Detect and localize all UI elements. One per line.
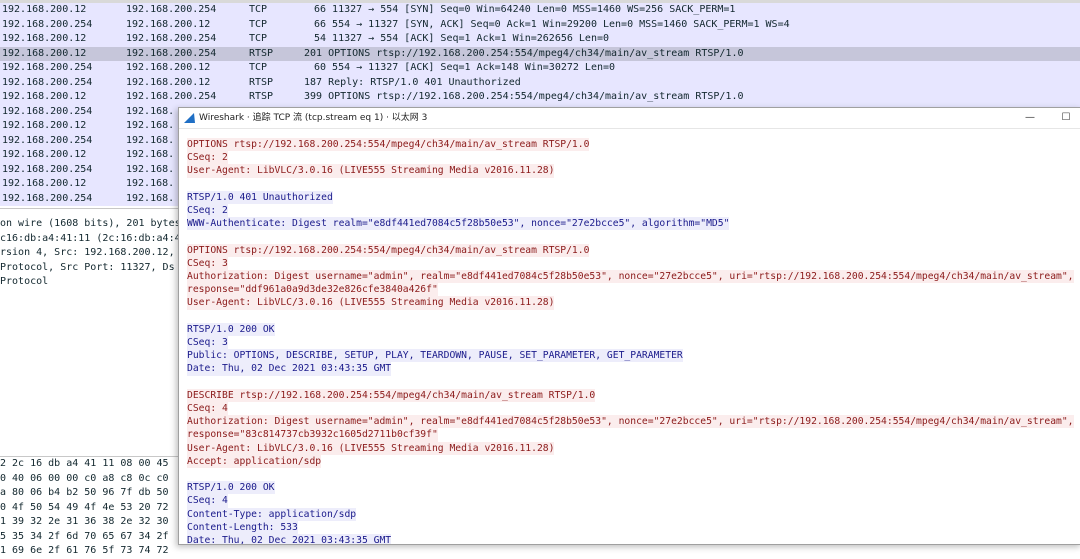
packet-info: 66 11327 → 554 [SYN] Seq=0 Win=64240 Len… (314, 4, 736, 15)
client-stream-line: CSeq: 4 (187, 402, 228, 416)
packet-source: 192.168.200.254 (2, 105, 93, 117)
packet-info: 66 554 → 11327 [SYN, ACK] Seq=0 Ack=1 Wi… (314, 18, 790, 30)
packet-destination: 192.168. (126, 120, 175, 131)
client-stream-line: DESCRIBE rtsp://192.168.200.254:554/mpeg… (187, 388, 596, 402)
client-stream-line: OPTIONS rtsp://192.168.200.254:554/mpeg4… (187, 243, 590, 257)
packet-source: 192.168.200.12 (2, 4, 87, 15)
packet-protocol: TCP (249, 18, 268, 30)
packet-row[interactable]: 192.168.200.12 192.168.200.254 RTSP 399 OPT… (0, 90, 1080, 105)
packet-source: 192.168.200.12 (2, 33, 87, 44)
packet-details-pane[interactable]: on wire (1608 bits), 201 bytes c16:db:a4:… (0, 208, 181, 457)
packet-source: 192.168.200.12 (2, 47, 87, 59)
packet-destination: 192.168. (126, 178, 175, 189)
packet-source: 192.168.200.12 (2, 91, 87, 102)
packet-destination: 192.168. (126, 105, 175, 117)
packet-source: 192.168.200.12 (2, 149, 87, 160)
detail-line[interactable]: Protocol (0, 275, 48, 290)
minimize-button[interactable]: — (1015, 108, 1045, 128)
wireshark-fin-icon (184, 113, 195, 123)
packet-protocol: TCP (249, 33, 268, 44)
packet-row[interactable]: 192.168.200.254 192.168.200.12 RTSP 187 Rep… (0, 75, 1080, 90)
packet-source: 192.168.200.254 (2, 163, 93, 175)
client-stream-line: OPTIONS rtsp://192.168.200.254:554/mpeg4… (187, 138, 590, 152)
packet-row[interactable]: 192.168.200.12 192.168.200.254 TCP 54 11327… (0, 32, 1080, 47)
server-stream-line: RTSP/1.0 200 OK (187, 481, 275, 495)
packet-protocol: TCP (249, 4, 268, 15)
packet-destination: 192.168.200.254 (126, 47, 217, 59)
detail-line[interactable]: rsion 4, Src: 192.168.200.12, (0, 246, 175, 261)
client-stream-line: User-Agent: LibVLC/3.0.16 (LIVE555 Strea… (187, 441, 555, 455)
hex-line: 5 35 34 2f 6d 70 65 67 34 2f (0, 530, 169, 542)
server-stream-line: RTSP/1.0 401 Unauthorized (187, 190, 333, 204)
hex-line: 2 2c 16 db a4 41 11 08 00 45 (0, 458, 169, 469)
packet-protocol: RTSP (249, 47, 274, 59)
packet-destination: 192.168. (126, 192, 175, 204)
client-stream-line: User-Agent: LibVLC/3.0.16 (LIVE555 Strea… (187, 164, 555, 178)
packet-destination: 192.168.200.12 (126, 18, 211, 30)
packet-info: 187 Reply: RTSP/1.0 401 Unauthorized (304, 76, 521, 88)
packet-bytes-pane[interactable]: 2 2c 16 db a4 41 11 08 00 45 0 40 06 00 0… (0, 456, 180, 556)
server-stream-line: Date: Thu, 02 Dec 2021 03:43:35 GMT (187, 362, 392, 376)
client-stream-line: Authorization: Digest username="admin", … (187, 415, 1074, 429)
packet-destination: 192.168. (126, 134, 175, 146)
detail-line[interactable]: c16:db:a4:41:11 (2c:16:db:a4:4 (0, 232, 181, 247)
client-stream-line: User-Agent: LibVLC/3.0.16 (LIVE555 Strea… (187, 296, 555, 310)
packet-info: 201 OPTIONS rtsp://192.168.200.254:554/m… (304, 47, 744, 59)
server-stream-line: Public: OPTIONS, DESCRIBE, SETUP, PLAY, … (187, 349, 683, 363)
packet-source: 192.168.200.254 (2, 62, 93, 73)
detail-line[interactable]: on wire (1608 bits), 201 bytes (0, 217, 181, 232)
client-stream-line: CSeq: 2 (187, 151, 228, 165)
server-stream-line: CSeq: 4 (187, 494, 228, 508)
packet-info: 60 554 → 11327 [ACK] Seq=1 Ack=148 Win=3… (314, 62, 616, 73)
packet-source: 192.168.200.254 (2, 192, 93, 204)
packet-source: 192.168.200.254 (2, 76, 93, 88)
packet-protocol: RTSP (249, 91, 274, 102)
client-stream-line: Authorization: Digest username="admin", … (187, 270, 1074, 284)
packet-row[interactable]: 192.168.200.254 192.168.200.12 TCP 66 554 →… (0, 17, 1080, 32)
packet-row[interactable]: 192.168.200.12 192.168.200.254 TCP 66 11327… (0, 3, 1080, 18)
stream-content[interactable]: OPTIONS rtsp://192.168.200.254:554/mpeg4… (187, 138, 1077, 544)
packet-row[interactable]: 192.168.200.254 192.168.200.12 TCP 60 554 →… (0, 61, 1080, 76)
server-stream-line: Content-Type: application/sdp (187, 507, 357, 521)
packet-destination: 192.168.200.12 (126, 76, 211, 88)
client-stream-line: Accept: application/sdp (187, 454, 322, 468)
packet-source: 192.168.200.12 (2, 120, 87, 131)
packet-info: 399 OPTIONS rtsp://192.168.200.254:554/m… (304, 91, 744, 102)
packet-destination: 192.168.200.254 (126, 4, 217, 15)
hex-line: a 80 06 b4 b2 50 96 7f db 50 (0, 487, 169, 498)
packet-destination: 192.168. (126, 163, 175, 175)
client-stream-line: response="83c814737cb3932c1605d2711b0cf3… (187, 428, 438, 442)
server-stream-line: CSeq: 3 (187, 336, 228, 350)
packet-source: 192.168.200.254 (2, 134, 93, 146)
client-stream-line: CSeq: 3 (187, 256, 228, 270)
server-stream-line: WWW-Authenticate: Digest realm="e8df441e… (187, 217, 730, 231)
packet-protocol: RTSP (249, 76, 274, 88)
hex-line: 0 4f 50 54 49 4f 4e 53 20 72 (0, 501, 169, 513)
follow-tcp-stream-dialog: Wireshark · 追踪 TCP 流 (tcp.stream eq 1) ·… (178, 107, 1080, 545)
packet-protocol: TCP (249, 62, 268, 73)
detail-line[interactable]: Protocol, Src Port: 11327, Ds (0, 261, 175, 276)
hex-line: 1 39 32 2e 31 36 38 2e 32 30 (0, 516, 169, 527)
dialog-title: Wireshark · 追踪 TCP 流 (tcp.stream eq 1) ·… (199, 113, 428, 123)
packet-destination: 192.168.200.12 (126, 62, 211, 73)
packet-row[interactable]: 192.168.200.12 192.168.200.254 RTSP 201 OPT… (0, 46, 1080, 61)
hex-line: 0 40 06 00 00 c0 a8 c8 0c c0 (0, 472, 169, 484)
server-stream-line: CSeq: 2 (187, 204, 228, 218)
server-stream-line: Content-Length: 533 (187, 520, 298, 534)
client-stream-line: response="ddf961a0a9d3de32e826cfe3840a42… (187, 283, 438, 297)
packet-destination: 192.168.200.254 (126, 33, 217, 44)
hex-line: 1 69 6e 2f 61 76 5f 73 74 72 (0, 545, 169, 556)
dialog-titlebar[interactable]: Wireshark · 追踪 TCP 流 (tcp.stream eq 1) ·… (179, 108, 1080, 129)
packet-info: 54 11327 → 554 [ACK] Seq=1 Ack=1 Win=262… (314, 33, 610, 44)
packet-source: 192.168.200.12 (2, 178, 87, 189)
maximize-button[interactable]: ☐ (1051, 108, 1080, 128)
packet-destination: 192.168.200.254 (126, 91, 217, 102)
packet-destination: 192.168. (126, 149, 175, 160)
packet-source: 192.168.200.254 (2, 18, 93, 30)
server-stream-line: RTSP/1.0 200 OK (187, 322, 275, 336)
